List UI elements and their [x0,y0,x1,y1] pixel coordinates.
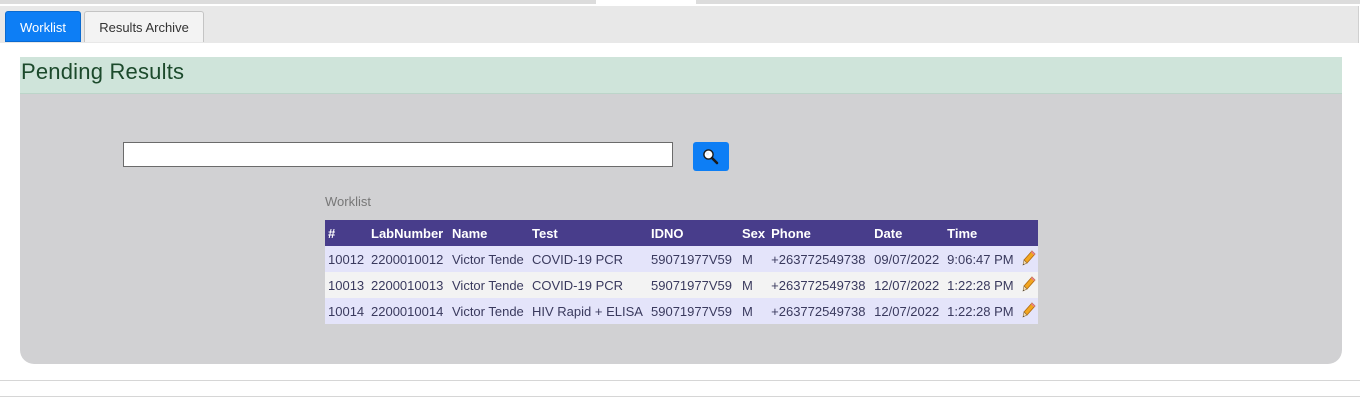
cell-idno: 59071977V59 [648,298,739,324]
edit-button[interactable] [1019,298,1039,324]
cell-lab-number: 2200010014 [368,298,449,324]
cell-test: COVID-19 PCR [529,272,648,298]
worklist-caption: Worklist [325,194,371,209]
cell-date: 12/07/2022 [871,298,945,324]
cell-phone: +263772549738 [768,298,872,324]
pencil-icon [1022,301,1036,321]
table-header-row: # LabNumber Name Test IDNO Sex Phone Dat… [325,220,1039,246]
cell-sex: M [739,298,769,324]
cell-test: COVID-19 PCR [529,246,648,272]
cell-phone: +263772549738 [768,246,872,272]
cell-time: 9:06:47 PM [944,246,1020,272]
column-header-date: Date [871,220,945,246]
top-border-gap [596,0,696,4]
column-header-phone: Phone [768,220,872,246]
cell-test: HIV Rapid + ELISA [529,298,648,324]
edit-button[interactable] [1019,246,1039,272]
pencil-icon [1022,275,1036,295]
column-header-time: Time [944,220,1020,246]
column-header-name: Name [449,220,529,246]
cell-time: 1:22:28 PM [944,298,1020,324]
cell-date: 12/07/2022 [871,272,945,298]
cell-phone: +263772549738 [768,272,872,298]
cell-name: Victor Tende [449,298,529,324]
pending-results-panel: Pending Results Worklist # LabNumber Nam… [20,57,1342,364]
magnifier-icon [693,147,729,167]
worklist-table: # LabNumber Name Test IDNO Sex Phone Dat… [325,220,1039,324]
cell-num: 10012 [325,246,368,272]
table-row[interactable]: 10012 2200010012 Victor Tende COVID-19 P… [325,246,1039,272]
pencil-icon [1022,249,1036,269]
cell-idno: 59071977V59 [648,272,739,298]
cell-name: Victor Tende [449,246,529,272]
column-header-labnumber: LabNumber [368,220,449,246]
cell-lab-number: 2200010013 [368,272,449,298]
edit-button[interactable] [1019,272,1039,298]
page-title: Pending Results [21,59,185,84]
footer-divider [0,380,1360,381]
cell-time: 1:22:28 PM [944,272,1020,298]
tab-worklist[interactable]: Worklist [5,11,81,42]
table-row[interactable]: 10014 2200010014 Victor Tende HIV Rapid … [325,298,1039,324]
table-row[interactable]: 10013 2200010013 Victor Tende COVID-19 P… [325,272,1039,298]
panel-header: Pending Results [20,57,1342,94]
search-button[interactable] [693,142,729,171]
tab-bar: Worklist Results Archive [0,6,1359,43]
column-header-test: Test [529,220,648,246]
search-input[interactable] [123,142,673,167]
footer-divider-lower [0,396,1360,397]
cell-name: Victor Tende [449,272,529,298]
cell-lab-number: 2200010012 [368,246,449,272]
cell-date: 09/07/2022 [871,246,945,272]
cell-idno: 59071977V59 [648,246,739,272]
cell-sex: M [739,246,769,272]
column-header-sex: Sex [739,220,769,246]
cell-sex: M [739,272,769,298]
cell-num: 10013 [325,272,368,298]
column-header-num: # [325,220,368,246]
tab-results-archive[interactable]: Results Archive [84,11,204,42]
cell-num: 10014 [325,298,368,324]
column-header-idno: IDNO [648,220,739,246]
column-header-edit [1019,220,1039,246]
